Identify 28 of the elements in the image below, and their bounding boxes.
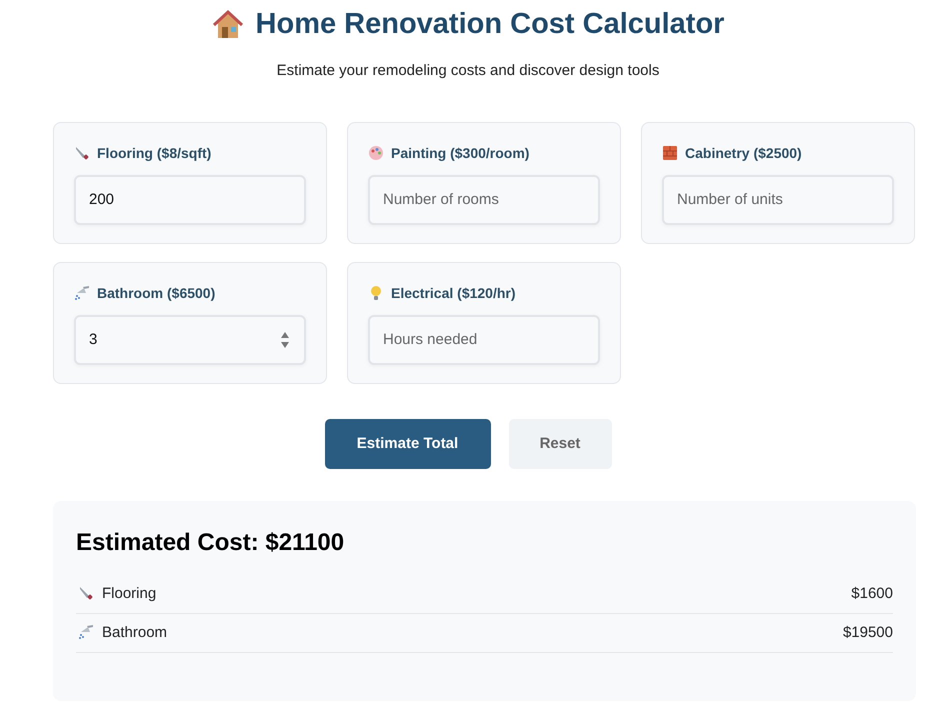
brick-icon — [662, 144, 678, 160]
saw-icon — [78, 585, 94, 601]
shower-icon — [74, 284, 90, 300]
page-title: Home Renovation Cost Calculator — [256, 8, 724, 41]
field-label: Flooring ($8/sqft) — [97, 144, 212, 160]
palette-icon — [368, 144, 384, 160]
field-label: Painting ($300/room) — [391, 144, 530, 160]
input-field[interactable]: Number of units — [662, 174, 894, 224]
bulb-icon — [368, 284, 384, 300]
shower-icon — [78, 624, 94, 640]
page-subtitle: Estimate your remodeling costs and discover design tools — [276, 62, 660, 78]
field-label: Electrical ($120/hr) — [391, 284, 516, 300]
house-icon — [212, 8, 244, 40]
input-field[interactable]: 3 — [74, 314, 306, 364]
result-title: Estimated Cost: $21100 — [76, 528, 346, 556]
cost-item-name: Bathroom — [102, 624, 168, 640]
saw-icon — [74, 144, 90, 160]
estimate-button[interactable]: Estimate Total — [324, 418, 490, 468]
input-field[interactable]: Number of rooms — [368, 174, 600, 224]
cost-item-amount: $19500 — [842, 624, 893, 640]
field-label: Cabinetry ($2500) — [685, 144, 802, 160]
reset-button[interactable]: Reset — [508, 418, 612, 468]
input-field[interactable]: Hours needed — [368, 314, 600, 364]
cost-item-name: Flooring — [102, 584, 158, 602]
spinner-icon[interactable] — [280, 330, 290, 348]
cost-item-amount: $1600 — [851, 584, 893, 602]
field-label: Bathroom ($6500) — [97, 284, 216, 300]
input-field[interactable]: 200 — [74, 174, 306, 224]
